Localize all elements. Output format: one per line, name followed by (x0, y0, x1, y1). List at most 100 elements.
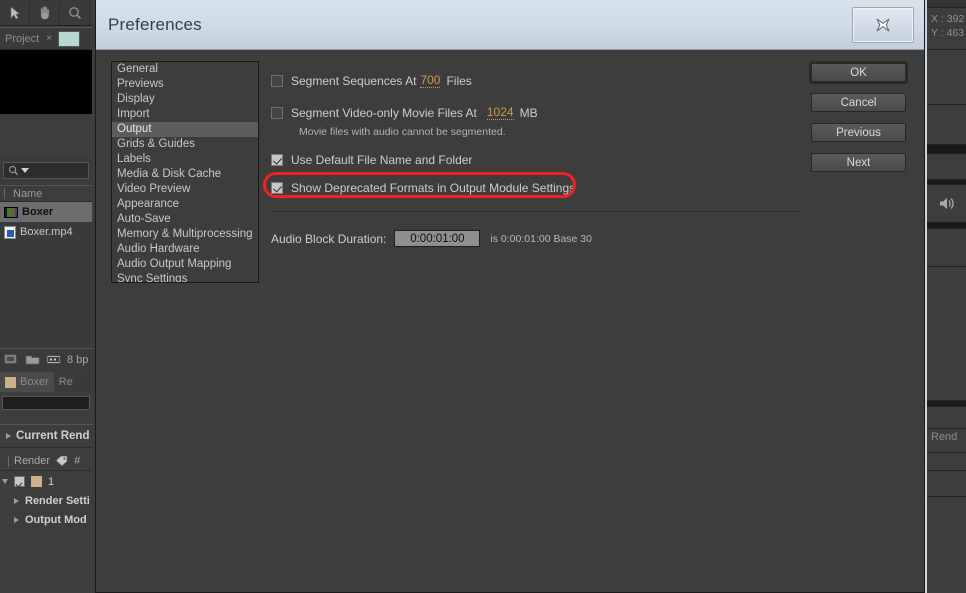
previous-button[interactable]: Previous (811, 123, 906, 142)
category-output[interactable]: Output (112, 122, 258, 137)
project-tab[interactable]: Project (0, 28, 43, 50)
segment-sequences-checkbox[interactable] (271, 74, 283, 87)
column-header-comment[interactable]: # (74, 455, 80, 467)
preferences-category-list[interactable]: General Previews Display Import Output G… (111, 61, 259, 283)
audio-block-duration-row[interactable]: Audio Block Duration: 0:00:01:00 is 0:00… (271, 230, 804, 247)
category-display[interactable]: Display (112, 92, 258, 107)
project-column-header: Name (0, 185, 92, 202)
hand-tool-icon[interactable] (30, 0, 60, 25)
right-panel-spacer-3 (927, 154, 966, 180)
cursor-coordinates: X : 392 Y : 463 (927, 8, 966, 50)
segment-sequences-value[interactable]: 700 (420, 73, 441, 88)
category-video-preview[interactable]: Video Preview (112, 182, 258, 197)
right-panel-spacer-7 (927, 453, 966, 471)
video-file-icon (4, 225, 16, 239)
project-info-area (0, 114, 92, 158)
segment-video-only-checkbox[interactable] (271, 106, 283, 119)
right-panel-spacer-6 (927, 407, 966, 429)
right-panel-spacer-4 (927, 229, 966, 267)
project-panel-footer: 8 bp (0, 348, 92, 370)
dialog-body: General Previews Display Import Output G… (96, 51, 924, 592)
use-default-file-name-checkbox[interactable] (271, 154, 283, 166)
row-disclosure-triangle-icon[interactable] (2, 479, 8, 484)
render-enabled-checkbox[interactable] (14, 476, 25, 487)
disclosure-triangle-icon[interactable] (6, 433, 11, 439)
project-tab-close-icon[interactable]: × (46, 33, 52, 44)
column-header-name[interactable]: Name (5, 188, 42, 200)
category-labels[interactable]: Labels (112, 152, 258, 167)
category-import[interactable]: Import (112, 107, 258, 122)
audio-block-duration-note: is 0:00:01:00 Base 30 (490, 232, 592, 245)
category-audio-hardware[interactable]: Audio Hardware (112, 242, 258, 257)
new-comp-icon[interactable] (4, 353, 19, 366)
render-progress-bar (2, 396, 90, 410)
footage-icon[interactable] (46, 353, 61, 366)
audio-block-duration-value: 0:00:01:00 (410, 232, 465, 245)
audio-panel[interactable] (927, 185, 966, 223)
segment-sequences-row[interactable]: Segment Sequences At 700 Files (271, 73, 804, 88)
tab-boxer-label: Boxer (20, 376, 49, 388)
category-auto-save[interactable]: Auto-Save (112, 212, 258, 227)
show-deprecated-formats-checkbox[interactable] (271, 182, 283, 194)
tab-render-queue[interactable]: Re (54, 372, 78, 392)
project-search-input[interactable] (3, 162, 89, 179)
coord-y: Y : 463 (931, 27, 965, 39)
project-item-boxer-mp4[interactable]: Boxer.mp4 (0, 222, 92, 242)
segment-video-only-unit: MB (519, 105, 538, 120)
bit-depth-label[interactable]: 8 bp (67, 354, 88, 366)
show-deprecated-formats-row[interactable]: Show Deprecated Formats in Output Module… (271, 181, 804, 195)
cancel-button[interactable]: Cancel (811, 93, 906, 112)
close-button[interactable] (852, 7, 914, 43)
category-general[interactable]: General (112, 62, 258, 77)
project-item-label: Boxer.mp4 (20, 226, 73, 238)
close-icon (876, 18, 890, 32)
speaker-icon[interactable] (938, 196, 956, 211)
project-thumbnail-preview (0, 50, 92, 114)
category-previews[interactable]: Previews (112, 77, 258, 92)
disclosure-triangle-icon[interactable] (14, 516, 19, 523)
column-divider (8, 455, 9, 467)
render-tab-label: Rend (931, 431, 958, 443)
current-render-label: Current Rend (16, 430, 90, 442)
search-filter-chevron-down-icon[interactable] (21, 168, 29, 173)
segment-video-only-row[interactable]: Segment Video-only Movie Files At 1024 M… (271, 105, 804, 120)
category-sync-settings[interactable]: Sync Settings (112, 272, 258, 282)
segment-video-only-value[interactable]: 1024 (486, 105, 514, 120)
comp-color-swatch (5, 376, 16, 388)
segment-video-only-label: Segment Video-only Movie Files At (291, 105, 477, 120)
category-memory-and-multiprocessing[interactable]: Memory & Multiprocessing (112, 227, 258, 242)
preferences-dialog: Preferences General Previews Display Imp… (95, 0, 925, 593)
project-item-boxer[interactable]: Boxer (0, 202, 92, 222)
project-panel-tabbar: Project × (0, 28, 92, 50)
render-queue-column-header: Render # (0, 452, 92, 471)
coord-x: X : 392 (931, 13, 965, 25)
right-panel-spacer-5 (927, 267, 966, 401)
new-folder-icon[interactable] (25, 353, 40, 366)
label-tag-icon[interactable] (55, 455, 69, 467)
ok-button[interactable]: OK (809, 61, 908, 84)
right-panel-spacer-2 (927, 105, 966, 145)
render-settings-label: Render Setti (25, 494, 90, 507)
tab-boxer[interactable]: Boxer (0, 372, 54, 392)
category-grids-and-guides[interactable]: Grids & Guides (112, 137, 258, 152)
selection-tool-icon[interactable] (0, 0, 30, 25)
composition-thumbnail-swatch (58, 30, 81, 47)
audio-block-duration-input[interactable]: 0:00:01:00 (394, 230, 481, 247)
render-tab-right[interactable]: Rend (927, 429, 966, 453)
category-appearance[interactable]: Appearance (112, 197, 258, 212)
current-render-section[interactable]: Current Rend (0, 424, 92, 448)
disclosure-triangle-icon[interactable] (14, 497, 19, 504)
render-queue-row[interactable]: 1 (0, 473, 92, 490)
use-default-file-name-row[interactable]: Use Default File Name and Folder (271, 153, 804, 167)
category-media-and-disk-cache[interactable]: Media & Disk Cache (112, 167, 258, 182)
zoom-tool-icon[interactable] (60, 0, 90, 25)
next-button[interactable]: Next (811, 153, 906, 172)
output-module-row[interactable]: Output Mod (0, 511, 92, 528)
render-settings-row[interactable]: Render Setti (0, 492, 92, 509)
right-panel-top-edge (927, 0, 966, 8)
right-panel-divider-dark (927, 145, 966, 154)
dialog-title: Preferences (108, 14, 202, 34)
column-header-render[interactable]: Render (14, 455, 50, 467)
category-audio-output-mapping[interactable]: Audio Output Mapping (112, 257, 258, 272)
row-label-color-swatch[interactable] (31, 476, 42, 487)
